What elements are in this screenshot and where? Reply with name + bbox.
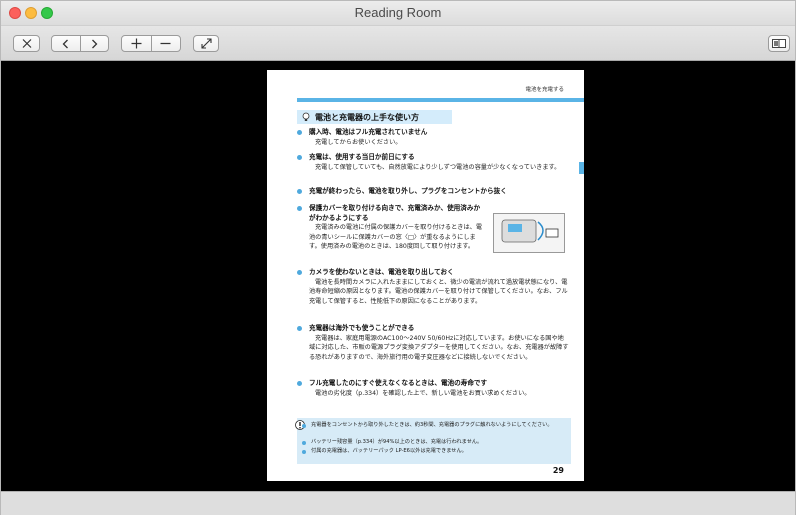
- item-body: 充電して保管していても、自然放電により少しずつ電池の容量が少なくなっていきます。: [315, 163, 561, 171]
- view-mode-button[interactable]: [768, 35, 790, 52]
- zoom-out-button[interactable]: [150, 36, 181, 51]
- close-book-button[interactable]: [13, 35, 40, 52]
- expand-arrows-icon: [200, 38, 212, 49]
- list-item: 充電が終わったら、電池を取り外し、プラグをコンセントから抜く: [297, 187, 569, 197]
- item-heading: 充電が終わったら、電池を取り外し、プラグをコンセントから抜く: [309, 187, 507, 195]
- item-heading: カメラを使わないときは、電池を取り出しておく: [309, 268, 454, 276]
- caution-note-text: 充電器をコンセントから取り外したときは、約3秒間、充電器のプラグに触れないように…: [311, 422, 553, 428]
- caution-note: 充電器をコンセントから取り外したときは、約3秒間、充電器のプラグに触れないように…: [302, 422, 563, 430]
- item-heading: フル充電したのにすぐ使えなくなるときは、電池の寿命です: [309, 379, 488, 387]
- item-heading: 充電は、使用する当日か前日にする: [309, 153, 415, 161]
- next-page-button[interactable]: [79, 36, 109, 51]
- zoom-group: [121, 35, 181, 52]
- caution-note-text: バッテリー残容量（p.334）が94%以上のときは、充電は行われません。: [311, 439, 483, 445]
- item-body: 充電してからお使いください。: [315, 138, 402, 146]
- two-page-view-icon: [772, 39, 786, 48]
- chevron-right-icon: [91, 39, 98, 48]
- window-title: Reading Room: [354, 5, 442, 20]
- bullet-icon: [297, 206, 302, 211]
- section-heading: 電池と充電器の上手な使い方: [297, 110, 452, 124]
- battery-pack-illustration: [501, 219, 559, 243]
- bullet-icon: [302, 424, 306, 428]
- chevron-left-icon: [62, 39, 69, 48]
- close-x-icon: [22, 39, 31, 48]
- item-heading: 充電器は海外でも使うことができる: [309, 324, 415, 332]
- bullet-icon: [297, 155, 302, 160]
- bullet-icon: [297, 326, 302, 331]
- item-heading: 保護カバーを取り付ける向きで、充電済みか、使用済みかがわかるようにする: [309, 204, 481, 222]
- bullet-icon: [297, 381, 302, 386]
- book-viewport[interactable]: 電池を充電する 電池と充電器の上手な使い方 購入時、電池はフル充電されていません…: [1, 61, 795, 491]
- toolbar: [1, 26, 795, 61]
- list-item: 購入時、電池はフル充電されていません 充電してからお使いください。: [297, 128, 569, 147]
- list-item: 充電は、使用する当日か前日にする 充電して保管していても、自然放電により少しずつ…: [297, 153, 569, 172]
- plus-icon: [131, 38, 142, 49]
- fullscreen-button[interactable]: [193, 35, 219, 52]
- minus-icon: [160, 42, 171, 45]
- bullet-icon: [302, 441, 306, 445]
- reader-window: Reading Room 電池を充電する 電池と充電器の上手な使い方 購入時、電…: [0, 0, 796, 515]
- bullet-icon: [297, 270, 302, 275]
- header-rule: [297, 98, 584, 102]
- title-bar: Reading Room: [1, 1, 795, 26]
- item-body: 充電器は、家庭用電源のAC100～240V 50/60Hzに対応しています。お使…: [309, 334, 569, 361]
- caution-note: 付属の充電器は、バッテリーパック LP-E6以外は充電できません。: [302, 448, 563, 456]
- section-title: 電池と充電器の上手な使い方: [315, 112, 419, 122]
- item-body: 電池を長時間カメラに入れたままにしておくと、微少の電流が流れて過放電状態になり、…: [309, 278, 568, 305]
- bottom-bar: [1, 491, 795, 515]
- caution-note: バッテリー残容量（p.334）が94%以上のときは、充電は行われません。: [302, 439, 563, 447]
- list-item: フル充電したのにすぐ使えなくなるときは、電池の寿命です 電池の劣化度（p.334…: [297, 379, 569, 398]
- bullet-icon: [297, 130, 302, 135]
- list-item: 充電器は海外でも使うことができる 充電器は、家庭用電源のAC100～240V 5…: [297, 324, 569, 362]
- lightbulb-icon: [302, 112, 310, 121]
- battery-cover-illustration: [493, 213, 565, 253]
- page-navigation-group: [51, 35, 109, 52]
- zoom-in-button[interactable]: [122, 36, 151, 51]
- item-body: 充電済みの電池に付属の保護カバーを取り付けるときは、電池の青いシールに保護カバー…: [309, 224, 483, 250]
- previous-page-button[interactable]: [52, 36, 80, 51]
- caution-note-text: 付属の充電器は、バッテリーパック LP-E6以外は充電できません。: [311, 448, 467, 454]
- bullet-icon: [302, 450, 306, 454]
- list-item: カメラを使わないときは、電池を取り出しておく 電池を長時間カメラに入れたままにし…: [297, 268, 569, 306]
- running-head: 電池を充電する: [525, 87, 564, 93]
- item-heading: 購入時、電池はフル充電されていません: [309, 128, 428, 136]
- page-number: 29: [552, 466, 564, 475]
- book-page: 電池を充電する 電池と充電器の上手な使い方 購入時、電池はフル充電されていません…: [267, 70, 584, 481]
- bullet-icon: [297, 189, 302, 194]
- chapter-tab-marker: [579, 162, 584, 174]
- item-body: 電池の劣化度（p.334）を確認した上で、新しい電池をお買い求めください。: [315, 389, 531, 397]
